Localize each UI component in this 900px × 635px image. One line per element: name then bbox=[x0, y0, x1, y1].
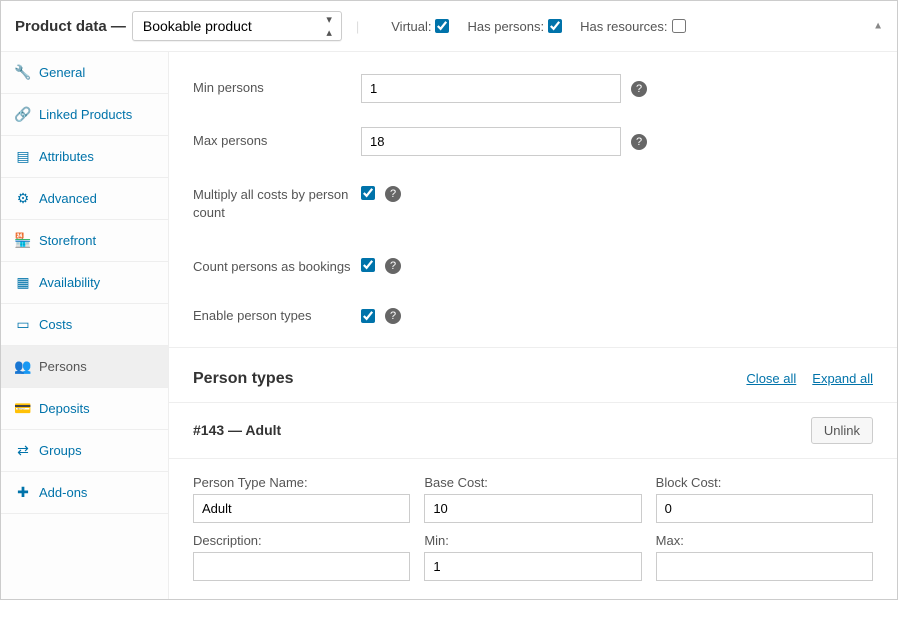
store-icon: 🏪 bbox=[15, 232, 31, 249]
note-icon: ▤ bbox=[15, 148, 31, 165]
sidebar-item-advanced[interactable]: ⚙ Advanced bbox=[1, 178, 168, 220]
sidebar-item-label: General bbox=[39, 65, 85, 80]
sidebar-item-label: Costs bbox=[39, 317, 72, 332]
panel-title: Product data — bbox=[15, 18, 126, 35]
persons-form: Min persons ? Max persons ? Multiply all… bbox=[169, 52, 897, 347]
pt-name-input[interactable] bbox=[193, 494, 410, 523]
header-options: Virtual: Has persons: Has resources: bbox=[391, 19, 685, 34]
pt-col-1: Person Type Name: Description: bbox=[193, 465, 424, 581]
gear-icon: ⚙ bbox=[15, 190, 31, 207]
enable-types-checkbox[interactable] bbox=[361, 309, 375, 323]
sidebar-item-label: Persons bbox=[39, 359, 87, 374]
has-resources-option: Has resources: bbox=[580, 19, 685, 34]
pt-min-input[interactable] bbox=[424, 552, 641, 581]
unlink-button[interactable]: Unlink bbox=[811, 417, 873, 444]
close-all-link[interactable]: Close all bbox=[746, 371, 796, 386]
count-checkbox[interactable] bbox=[361, 258, 375, 272]
min-persons-label: Min persons bbox=[193, 79, 361, 97]
money-icon: ▭ bbox=[15, 316, 31, 333]
help-icon[interactable]: ? bbox=[385, 308, 401, 324]
pt-basecost-label: Base Cost: bbox=[424, 475, 641, 490]
sidebar-item-label: Groups bbox=[39, 443, 82, 458]
panel-body: 🔧 General 🔗 Linked Products ▤ Attributes ⚙ Adva… bbox=[1, 52, 897, 599]
pt-blockcost-input[interactable] bbox=[656, 494, 873, 523]
max-persons-row: Max persons ? bbox=[169, 115, 897, 168]
link-icon: 🔗 bbox=[15, 106, 31, 123]
pt-max-label: Max: bbox=[656, 533, 873, 548]
enable-types-row: Enable person types ? bbox=[169, 295, 897, 337]
help-icon[interactable]: ? bbox=[385, 186, 401, 202]
has-persons-label: Has persons: bbox=[467, 19, 544, 34]
pt-col-3: Block Cost: Max: bbox=[656, 465, 873, 581]
sidebar-item-label: Linked Products bbox=[39, 107, 132, 122]
pt-blockcost-label: Block Cost: bbox=[656, 475, 873, 490]
pt-min-label: Min: bbox=[424, 533, 641, 548]
wrench-icon: 🔧 bbox=[15, 64, 31, 81]
pt-col-2: Base Cost: Min: bbox=[424, 465, 655, 581]
virtual-checkbox[interactable] bbox=[435, 19, 449, 33]
virtual-option: Virtual: bbox=[391, 19, 449, 34]
sidebar: 🔧 General 🔗 Linked Products ▤ Attributes ⚙ Adva… bbox=[1, 52, 169, 599]
calendar-icon: ▦ bbox=[15, 274, 31, 291]
multiply-label: Multiply all costs by person count bbox=[193, 186, 361, 222]
virtual-label: Virtual: bbox=[391, 19, 431, 34]
section-links: Close all Expand all bbox=[746, 371, 873, 386]
min-persons-input[interactable] bbox=[361, 74, 621, 103]
card-icon: 💳 bbox=[15, 400, 31, 417]
pt-desc-input[interactable] bbox=[193, 552, 410, 581]
count-row: Count persons as bookings ? bbox=[169, 240, 897, 294]
collapse-panel-icon[interactable]: ▲ bbox=[873, 21, 883, 32]
sidebar-item-add-ons[interactable]: ✚ Add-ons bbox=[1, 472, 168, 514]
sidebar-item-storefront[interactable]: 🏪 Storefront bbox=[1, 220, 168, 262]
min-persons-row: Min persons ? bbox=[169, 62, 897, 115]
sidebar-item-label: Add-ons bbox=[39, 485, 87, 500]
plus-icon: ✚ bbox=[15, 484, 31, 501]
expand-all-link[interactable]: Expand all bbox=[812, 371, 873, 386]
sidebar-item-availability[interactable]: ▦ Availability bbox=[1, 262, 168, 304]
multiply-row: Multiply all costs by person count ? bbox=[169, 168, 897, 240]
person-type-fields: Person Type Name: Description: Base Cost… bbox=[169, 458, 897, 599]
sidebar-item-label: Availability bbox=[39, 275, 100, 290]
max-persons-input[interactable] bbox=[361, 127, 621, 156]
sidebar-item-general[interactable]: 🔧 General bbox=[1, 52, 168, 94]
product-data-panel: Product data — Bookable product ▾▴ | Vir… bbox=[0, 0, 898, 600]
person-type-row-header: #143 — Adult Unlink bbox=[169, 402, 897, 458]
product-type-select[interactable]: Bookable product bbox=[132, 11, 342, 41]
enable-types-label: Enable person types bbox=[193, 307, 361, 325]
person-types-header: Person types Close all Expand all bbox=[169, 348, 897, 402]
content: Min persons ? Max persons ? Multiply all… bbox=[169, 52, 897, 599]
count-label: Count persons as bookings bbox=[193, 258, 361, 276]
sidebar-item-costs[interactable]: ▭ Costs bbox=[1, 304, 168, 346]
sidebar-item-deposits[interactable]: 💳 Deposits bbox=[1, 388, 168, 430]
share-icon: ⇄ bbox=[15, 442, 31, 459]
panel-header: Product data — Bookable product ▾▴ | Vir… bbox=[1, 1, 897, 52]
help-icon[interactable]: ? bbox=[631, 81, 647, 97]
sidebar-item-label: Advanced bbox=[39, 191, 97, 206]
help-icon[interactable]: ? bbox=[631, 134, 647, 150]
sidebar-item-label: Storefront bbox=[39, 233, 96, 248]
sidebar-item-label: Deposits bbox=[39, 401, 90, 416]
persons-icon: 👥 bbox=[15, 358, 31, 375]
pt-max-input[interactable] bbox=[656, 552, 873, 581]
person-types-title: Person types bbox=[193, 370, 293, 388]
divider: | bbox=[356, 19, 359, 34]
product-type-select-wrap: Bookable product ▾▴ bbox=[132, 11, 342, 41]
person-type-heading: #143 — Adult bbox=[193, 422, 281, 438]
has-resources-label: Has resources: bbox=[580, 19, 667, 34]
help-icon[interactable]: ? bbox=[385, 258, 401, 274]
multiply-checkbox[interactable] bbox=[361, 186, 375, 200]
sidebar-item-attributes[interactable]: ▤ Attributes bbox=[1, 136, 168, 178]
has-persons-option: Has persons: bbox=[467, 19, 562, 34]
sidebar-item-label: Attributes bbox=[39, 149, 94, 164]
sidebar-item-linked-products[interactable]: 🔗 Linked Products bbox=[1, 94, 168, 136]
pt-basecost-input[interactable] bbox=[424, 494, 641, 523]
max-persons-label: Max persons bbox=[193, 132, 361, 150]
pt-name-label: Person Type Name: bbox=[193, 475, 410, 490]
pt-desc-label: Description: bbox=[193, 533, 410, 548]
sidebar-item-persons[interactable]: 👥 Persons bbox=[1, 346, 168, 388]
sidebar-item-groups[interactable]: ⇄ Groups bbox=[1, 430, 168, 472]
has-resources-checkbox[interactable] bbox=[672, 19, 686, 33]
has-persons-checkbox[interactable] bbox=[548, 19, 562, 33]
